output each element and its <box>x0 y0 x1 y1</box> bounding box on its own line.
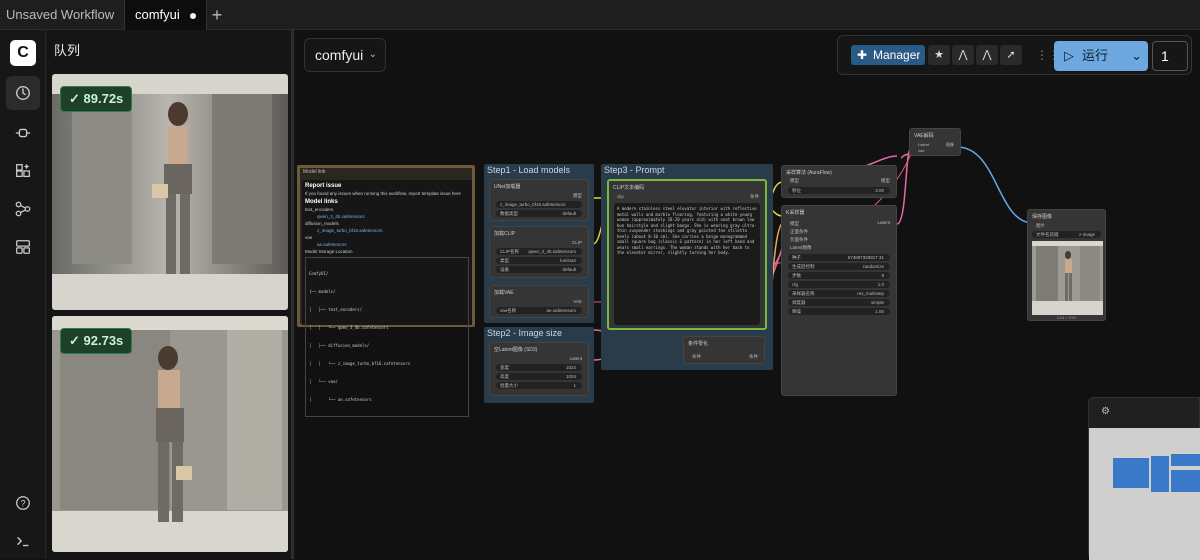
unsaved-dot-icon <box>189 12 196 19</box>
batch-size-field[interactable]: 批量大小 1 <box>496 382 582 389</box>
weight-dtype-field[interactable]: 数据类型 default <box>496 210 582 217</box>
settings-sliders-icon[interactable]: ⚙ <box>1101 406 1110 417</box>
templates-icon[interactable] <box>6 230 40 264</box>
model-library-icon[interactable] <box>6 154 40 188</box>
height-field[interactable]: 高度 1024 <box>496 373 582 380</box>
svg-text:?: ? <box>20 499 25 509</box>
minimap-viewport[interactable] <box>1089 428 1200 560</box>
clip-type-field[interactable]: 类型 lumina2 <box>496 257 582 264</box>
prompt-textarea[interactable]: A modern stainless steel elevator interi… <box>614 203 760 325</box>
node-ksampler[interactable]: K采样器 Latent 模型 正面条件 负面条件 Latent图像 种子 5748… <box>781 205 897 396</box>
unet-name-field[interactable]: z_image_turbo_bf16.safetensors <box>496 201 582 208</box>
group-model-link[interactable]: Model link Report issue If you found any… <box>297 165 475 417</box>
queue-panel: 队列 ✓ 89.72s ✓ 92.73s <box>46 30 294 559</box>
node-clip-text-encode[interactable]: CLIP文本编码 clip 条件 A modern stainless stee… <box>607 179 767 330</box>
history-icon[interactable] <box>6 76 40 110</box>
node-conditioning-zero-out[interactable]: 条件零化 条件 条件 <box>683 336 765 364</box>
minimap-node <box>1171 470 1200 492</box>
node-save-image[interactable]: 保存图像 图片 文件名前缀 z-image 1024 × 1024 <box>1027 209 1106 321</box>
model-tree: ComfyUI/ ├── models/ │ ├── text_encoders… <box>305 257 469 417</box>
new-tab-button[interactable]: + <box>206 0 228 30</box>
denoise-field[interactable]: 降噪 1.00 <box>788 308 890 315</box>
node-unet-loader[interactable]: UNet加载器 模型 z_image_turbo_bf16.safetensor… <box>489 179 589 221</box>
node-library-icon[interactable] <box>6 116 40 150</box>
model-link-note[interactable]: Report issue If you found any issues whe… <box>302 180 472 417</box>
workflow-canvas[interactable]: comfyui⌄ ✚ Manager ★ ⋀ ⋀ ➚ ⋮⋮ ▷ 运行 ⌄ 1 <box>297 30 1200 560</box>
node-empty-latent[interactable]: 空Latent图像 (SD3) Latent 宽度 1024 高度 1024 批量大… <box>489 342 589 396</box>
steps-field[interactable]: 步数 9 <box>788 272 890 279</box>
tab-comfyui[interactable]: comfyui <box>124 0 207 30</box>
clip-name-field[interactable]: CLIP名称 qwen_3_4b.safetensors <box>496 248 582 255</box>
comfy-logo[interactable]: C <box>10 40 36 66</box>
help-icon[interactable]: ? <box>6 486 40 520</box>
terminal-icon[interactable] <box>6 524 40 558</box>
cfg-field[interactable]: cfg 1.0 <box>788 281 890 288</box>
minimap-node <box>1151 456 1169 492</box>
minimap[interactable]: ⚙ <box>1088 397 1200 560</box>
vae-name-field[interactable]: vae名称 ae.safetensors <box>496 307 582 314</box>
queue-title: 队列 <box>54 43 81 58</box>
node-model-sampling-auraflow[interactable]: 采样算法 (AuraFlow) 模型 模型 移位 3.00 <box>781 165 897 198</box>
node-vae-decode[interactable]: VAE解码 Latent vae 图像 <box>909 128 961 156</box>
seed-field[interactable]: 种子 574897320817 31 <box>788 254 890 261</box>
width-field[interactable]: 宽度 1024 <box>496 364 582 371</box>
sidebar-rail: C ? <box>0 30 46 559</box>
tab-unsaved-workflow[interactable]: Unsaved Workflow <box>6 0 131 30</box>
minimap-node <box>1171 454 1200 466</box>
minimap-node <box>1113 458 1149 488</box>
tab-label: Unsaved Workflow <box>6 7 115 22</box>
duration-badge: ✓ 92.73s <box>60 328 133 354</box>
shift-field[interactable]: 移位 3.00 <box>788 187 890 194</box>
node-load-clip[interactable]: 加载CLIP CLIP CLIP名称 qwen_3_4b.safetensors … <box>489 226 589 278</box>
duration-badge: ✓ 89.72s <box>60 86 133 112</box>
sampler-name-field[interactable]: 采样器名称 res_multistep <box>788 290 890 297</box>
filename-prefix-field[interactable]: 文件名前缀 z-image <box>1032 231 1101 238</box>
queue-item-image[interactable]: ✓ 92.73s <box>52 316 288 552</box>
queue-item-image[interactable]: ✓ 89.72s <box>52 74 288 310</box>
tab-label: comfyui <box>135 7 180 22</box>
control-after-generate-field[interactable]: 生成后控制 randomize <box>788 263 890 270</box>
node-load-vae[interactable]: 加载VAE VAE vae名称 ae.safetensors <box>489 285 589 318</box>
output-preview-image[interactable] <box>1032 241 1103 315</box>
scheduler-field[interactable]: 调度器 simple <box>788 299 890 306</box>
workflows-icon[interactable] <box>6 192 40 226</box>
clip-device-field[interactable]: 设备 default <box>496 266 582 273</box>
tab-bar: Unsaved Workflow comfyui + <box>0 0 1200 30</box>
